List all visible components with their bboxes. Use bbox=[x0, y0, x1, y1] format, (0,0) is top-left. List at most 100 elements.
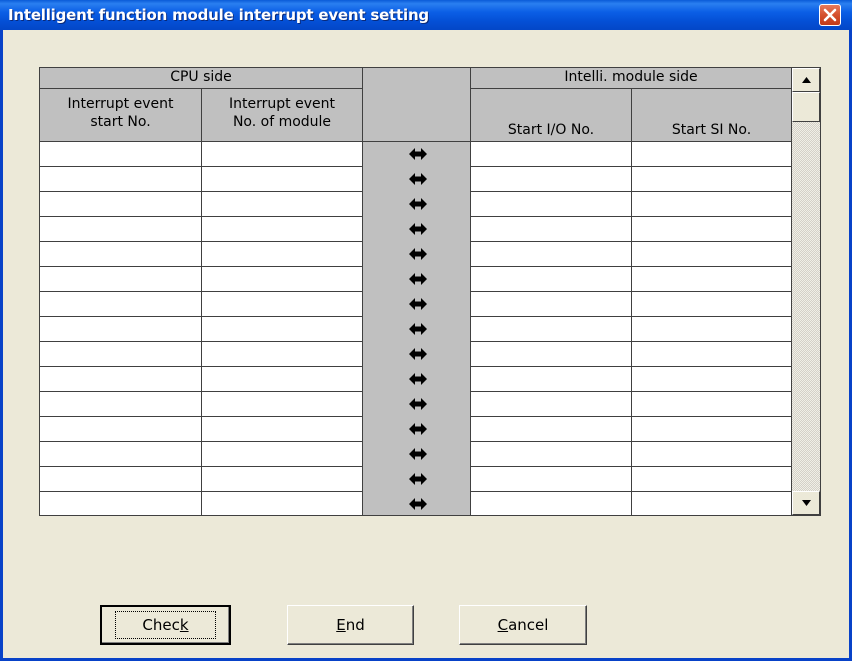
start-io-cell[interactable] bbox=[471, 392, 632, 417]
double-arrow-icon bbox=[409, 448, 427, 460]
interrupt-start-cell[interactable] bbox=[40, 192, 202, 217]
interrupt-count-cell[interactable] bbox=[202, 167, 363, 192]
header-start-si-no[interactable]: Start SI No. bbox=[632, 89, 792, 142]
check-button[interactable]: Check bbox=[100, 605, 231, 645]
end-button-label: End bbox=[336, 616, 365, 634]
interrupt-count-cell[interactable] bbox=[202, 217, 363, 242]
start-si-cell[interactable] bbox=[632, 167, 792, 192]
start-si-cell[interactable] bbox=[632, 467, 792, 492]
interrupt-count-cell[interactable] bbox=[202, 242, 363, 267]
start-si-cell[interactable] bbox=[632, 142, 792, 167]
start-io-cell[interactable] bbox=[471, 142, 632, 167]
interrupt-start-cell[interactable] bbox=[40, 267, 202, 292]
start-io-cell[interactable] bbox=[471, 467, 632, 492]
title-bar[interactable]: Intelligent function module interrupt ev… bbox=[0, 0, 852, 30]
start-io-cell[interactable] bbox=[471, 167, 632, 192]
interrupt-start-cell[interactable] bbox=[40, 467, 202, 492]
close-button[interactable] bbox=[819, 4, 841, 26]
start-si-cell[interactable] bbox=[632, 492, 792, 515]
start-io-cell[interactable] bbox=[471, 342, 632, 367]
interrupt-start-cell[interactable] bbox=[40, 442, 202, 467]
interrupt-start-cell[interactable] bbox=[40, 342, 202, 367]
scroll-up-button[interactable] bbox=[792, 68, 820, 92]
start-io-cell[interactable] bbox=[471, 267, 632, 292]
link-arrow-cell bbox=[363, 442, 471, 467]
link-arrow-cell bbox=[363, 342, 471, 367]
interrupt-start-cell[interactable] bbox=[40, 167, 202, 192]
end-button[interactable]: End bbox=[287, 605, 414, 645]
start-si-cell[interactable] bbox=[632, 417, 792, 442]
start-si-cell[interactable] bbox=[632, 317, 792, 342]
interrupt-count-cell[interactable] bbox=[202, 492, 363, 515]
interrupt-count-cell[interactable] bbox=[202, 442, 363, 467]
double-arrow-icon bbox=[409, 198, 427, 210]
interrupt-start-cell[interactable] bbox=[40, 417, 202, 442]
start-si-cell[interactable] bbox=[632, 267, 792, 292]
interrupt-count-cell[interactable] bbox=[202, 292, 363, 317]
start-io-cell[interactable] bbox=[471, 367, 632, 392]
link-arrow-cell bbox=[363, 292, 471, 317]
interrupt-start-cell[interactable] bbox=[40, 142, 202, 167]
interrupt-count-cell[interactable] bbox=[202, 417, 363, 442]
interrupt-start-cell[interactable] bbox=[40, 317, 202, 342]
header-interrupt-start-line1: Interrupt event bbox=[67, 96, 174, 112]
link-arrow-cell bbox=[363, 317, 471, 342]
link-arrow-cell bbox=[363, 467, 471, 492]
interrupt-start-cell[interactable] bbox=[40, 367, 202, 392]
interrupt-count-cell[interactable] bbox=[202, 392, 363, 417]
triangle-down-icon bbox=[802, 500, 811, 506]
start-si-cell[interactable] bbox=[632, 392, 792, 417]
header-start-io-no[interactable]: Start I/O No. bbox=[471, 89, 632, 142]
header-interrupt-start-no[interactable]: Interrupt event start No. bbox=[40, 89, 202, 142]
start-io-cell[interactable] bbox=[471, 417, 632, 442]
interrupt-count-cell[interactable] bbox=[202, 317, 363, 342]
double-arrow-icon bbox=[409, 348, 427, 360]
interrupt-start-cell[interactable] bbox=[40, 292, 202, 317]
start-io-cell[interactable] bbox=[471, 492, 632, 515]
header-interrupt-count-line2: No. of module bbox=[232, 114, 332, 130]
header-module-side: Intelli. module side bbox=[471, 68, 792, 89]
start-si-cell[interactable] bbox=[632, 217, 792, 242]
interrupt-count-cell[interactable] bbox=[202, 142, 363, 167]
start-si-cell[interactable] bbox=[632, 242, 792, 267]
double-arrow-icon bbox=[409, 273, 427, 285]
start-io-cell[interactable] bbox=[471, 442, 632, 467]
start-si-cell[interactable] bbox=[632, 192, 792, 217]
start-si-cell[interactable] bbox=[632, 367, 792, 392]
scroll-down-button[interactable] bbox=[792, 491, 820, 515]
scroll-thumb[interactable] bbox=[792, 92, 820, 122]
interrupt-start-cell[interactable] bbox=[40, 242, 202, 267]
double-arrow-icon bbox=[409, 323, 427, 335]
dialog-window: Intelligent function module interrupt ev… bbox=[0, 0, 852, 661]
header-cpu-side: CPU side bbox=[40, 68, 363, 89]
window-title: Intelligent function module interrupt ev… bbox=[8, 6, 429, 24]
start-io-cell[interactable] bbox=[471, 217, 632, 242]
start-io-cell[interactable] bbox=[471, 317, 632, 342]
interrupt-count-cell[interactable] bbox=[202, 267, 363, 292]
cancel-button[interactable]: Cancel bbox=[459, 605, 587, 645]
link-arrow-cell bbox=[363, 367, 471, 392]
link-arrow-cell bbox=[363, 142, 471, 167]
interrupt-count-cell[interactable] bbox=[202, 342, 363, 367]
header-interrupt-count-line1: Interrupt event bbox=[229, 96, 335, 112]
interrupt-start-cell[interactable] bbox=[40, 492, 202, 515]
start-io-cell[interactable] bbox=[471, 192, 632, 217]
triangle-up-icon bbox=[802, 77, 811, 83]
double-arrow-icon bbox=[409, 173, 427, 185]
interrupt-event-grid: CPU side Intelli. module side Interrupt … bbox=[39, 67, 821, 516]
interrupt-count-cell[interactable] bbox=[202, 192, 363, 217]
interrupt-count-cell[interactable] bbox=[202, 367, 363, 392]
vertical-scrollbar[interactable] bbox=[792, 68, 820, 515]
start-si-cell[interactable] bbox=[632, 292, 792, 317]
interrupt-start-cell[interactable] bbox=[40, 392, 202, 417]
interrupt-count-cell[interactable] bbox=[202, 467, 363, 492]
header-interrupt-module-count[interactable]: Interrupt event No. of module bbox=[202, 89, 363, 142]
start-si-cell[interactable] bbox=[632, 342, 792, 367]
start-io-cell[interactable] bbox=[471, 292, 632, 317]
start-io-cell[interactable] bbox=[471, 242, 632, 267]
interrupt-start-cell[interactable] bbox=[40, 217, 202, 242]
double-arrow-icon bbox=[409, 223, 427, 235]
start-si-cell[interactable] bbox=[632, 442, 792, 467]
link-arrow-cell bbox=[363, 492, 471, 515]
double-arrow-icon bbox=[409, 373, 427, 385]
